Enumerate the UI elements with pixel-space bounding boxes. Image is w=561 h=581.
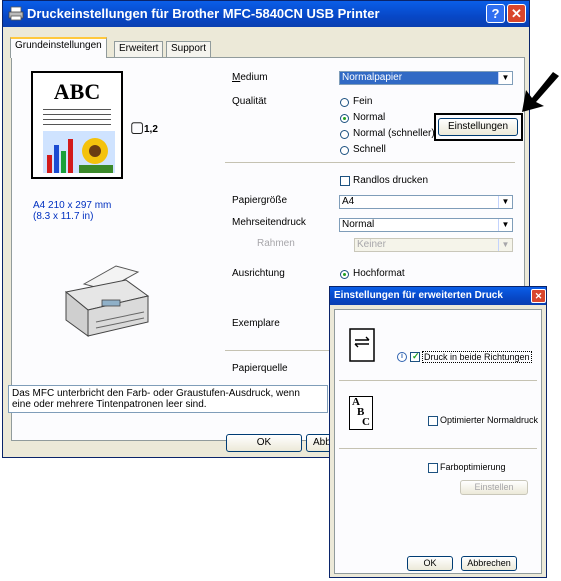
medium-select-value: Normalpapier: [342, 72, 403, 83]
checkmark-icon: ✓: [412, 351, 420, 361]
paper-size-select-value: A4: [342, 196, 355, 207]
quality-radio-fein[interactable]: [340, 98, 349, 107]
borderless-label: Randlos drucken: [353, 175, 429, 186]
quality-radio-normal-fast[interactable]: [340, 130, 349, 139]
title-bar[interactable]: Druckeinstellungen für Brother MFC-5840C…: [3, 1, 529, 27]
multipage-select-value: Normal: [342, 219, 375, 230]
optimized-plain-checkbox[interactable]: [428, 416, 438, 426]
bidirectional-print-icon: [349, 328, 375, 362]
separator: [339, 448, 537, 449]
optimized-plain-label: Optimierter Normaldruck: [440, 415, 539, 425]
separator: [225, 350, 330, 351]
color-optimization-label: Farboptimierung: [440, 462, 506, 472]
chevron-down-icon[interactable]: ▼: [498, 72, 512, 84]
einstellungen-button[interactable]: Einstellungen: [438, 118, 518, 136]
separator: [225, 162, 515, 163]
copies-page-icon: ▢: [130, 119, 145, 136]
tab-support[interactable]: Support: [166, 41, 212, 57]
dialog-title-bar[interactable]: Einstellungen für erweiterten Druck ✕: [330, 287, 546, 305]
preview-line: [43, 114, 111, 115]
color-optimization-checkbox[interactable]: [428, 463, 438, 473]
multipage-label: Mehrseitendruck: [232, 217, 306, 228]
paper-source-label: Papierquelle: [232, 363, 288, 374]
quality-option-fein: Fein: [353, 96, 373, 107]
info-text-line: eine oder mehrere Tintenpatronen leer si…: [12, 399, 207, 410]
paper-size-label: Papiergröße: [232, 195, 288, 206]
tab-erweitert[interactable]: Erweitert: [114, 41, 164, 57]
preview-abc-text: ABC: [53, 79, 101, 104]
preview-line: [43, 109, 111, 110]
preview-chart-image: [43, 131, 115, 173]
ok-button[interactable]: OK: [226, 434, 302, 452]
page-preview: ABC: [31, 71, 123, 179]
help-button[interactable]: ?: [486, 4, 505, 23]
printer-icon: [8, 6, 24, 21]
dialog-title: Einstellungen für erweiterten Druck: [334, 290, 503, 301]
paper-size-select[interactable]: A4 ▼: [339, 195, 513, 209]
quality-option-normal-fast: Normal (schneller): [353, 128, 435, 139]
frame-select: Keiner ▼: [354, 238, 513, 252]
tab-grundeinstellungen[interactable]: Grundeinstellungen: [10, 37, 107, 58]
info-text-box: Das MFC unterbricht den Farb- oder Graus…: [8, 385, 328, 413]
orientation-radio-portrait[interactable]: [340, 270, 349, 279]
abc-letter-c: C: [362, 416, 370, 428]
paper-size-mm: A4 210 x 297 mm: [33, 200, 112, 211]
paper-size-info: A4 210 x 297 mm (8.3 x 11.7 in): [33, 200, 111, 222]
separator: [339, 380, 537, 381]
bidirectional-label: Druck in beide Richtungen: [422, 351, 532, 363]
quality-radio-normal[interactable]: [340, 114, 349, 123]
dialog-close-button[interactable]: ✕: [531, 289, 546, 303]
copies-label: Exemplare: [232, 318, 280, 329]
frame-select-value: Keiner: [357, 239, 386, 250]
optimized-plain-icon: A B C: [349, 396, 373, 430]
orientation-portrait-label: Hochformat: [353, 268, 405, 279]
medium-select[interactable]: Normalpapier ▼: [339, 71, 513, 85]
chevron-down-icon[interactable]: ▼: [498, 219, 512, 231]
window-title: Druckeinstellungen für Brother MFC-5840C…: [27, 6, 380, 21]
arrow-pointer-icon: [522, 72, 559, 112]
quality-option-schnell: Schnell: [353, 144, 386, 155]
advanced-print-settings-dialog: Einstellungen für erweiterten Druck ✕ i …: [329, 286, 547, 578]
quality-option-normal: Normal: [353, 112, 386, 123]
quality-label: Qualität: [232, 96, 267, 107]
frame-label: Rahmen: [257, 238, 295, 249]
close-button[interactable]: ✕: [507, 4, 526, 23]
dialog-cancel-button[interactable]: Abbrechen: [461, 556, 517, 571]
preview-line: [43, 124, 111, 125]
borderless-checkbox[interactable]: [340, 176, 350, 186]
paper-size-in: (8.3 x 11.7 in): [33, 211, 94, 222]
orientation-label: Ausrichtung: [232, 268, 285, 279]
einstellen-button: Einstellen: [460, 480, 528, 495]
dialog-panel: i ✓ Druck in beide Richtungen A B C Opti…: [334, 309, 542, 574]
preview-line: [43, 119, 111, 120]
chevron-down-icon[interactable]: ▼: [498, 196, 512, 208]
multipage-select[interactable]: Normal ▼: [339, 218, 513, 232]
bidirectional-checkbox[interactable]: ✓: [410, 351, 420, 362]
quality-radio-schnell[interactable]: [340, 146, 349, 155]
medium-label: Medium: [232, 72, 268, 83]
dialog-ok-button[interactable]: OK: [407, 556, 453, 571]
chevron-down-icon: ▼: [498, 239, 512, 251]
info-text-line: Das MFC unterbricht den Farb- oder Graus…: [12, 388, 300, 399]
mfc-device-image: [64, 265, 150, 337]
copies-order-label: 1,2: [144, 124, 158, 135]
info-icon: i: [397, 352, 407, 362]
